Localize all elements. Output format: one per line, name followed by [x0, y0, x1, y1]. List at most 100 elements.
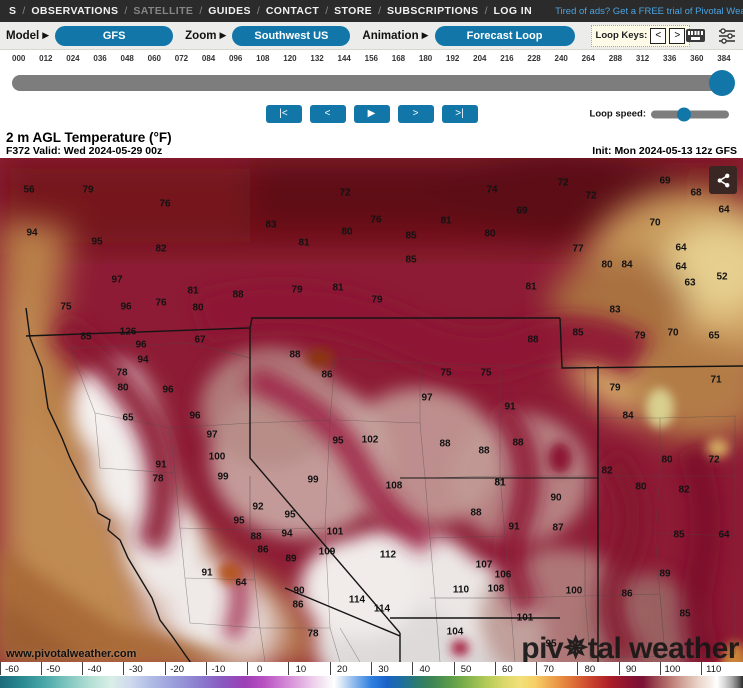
color-scale-tick-label: -50	[46, 664, 61, 675]
control-bar-right-icons	[686, 22, 737, 49]
nav-item-store[interactable]: STORE	[329, 5, 377, 17]
playback-controls: |< < ▶ > >| Loop speed:	[0, 98, 743, 130]
color-scale-tick-label: 60	[502, 664, 513, 675]
play-button[interactable]: ▶	[353, 105, 390, 123]
color-scale-tick-line	[40, 662, 42, 675]
color-scale-tick-line	[247, 662, 249, 675]
forecast-hour-tick[interactable]: 144	[338, 54, 351, 63]
loop-key-next-button[interactable]: >	[669, 27, 686, 44]
forecast-time-slider-wrapper	[0, 68, 743, 98]
forecast-hour-tick[interactable]: 336	[663, 54, 676, 63]
map-header: 2 m AGL Temperature (°F) F372 Valid: Wed…	[0, 130, 743, 158]
pivotal-weather-page: S / OBSERVATIONS / SATELLITE / GUIDES / …	[0, 0, 743, 688]
forecast-hour-tick[interactable]: 024	[66, 54, 79, 63]
loop-keys-group: Loop Keys: < >	[590, 24, 691, 47]
forecast-hour-tick[interactable]: 096	[229, 54, 242, 63]
forecast-hour-tick[interactable]: 108	[256, 54, 269, 63]
forecast-hour-tick[interactable]: 156	[365, 54, 378, 63]
forecast-hour-tick[interactable]: 180	[419, 54, 432, 63]
loop-speed-control: Loop speed:	[589, 107, 729, 121]
color-scale-tick-label: -20	[170, 664, 184, 675]
color-scale-tick-label: -30	[128, 664, 143, 675]
share-icon[interactable]	[709, 166, 737, 194]
forecast-hour-tick[interactable]: 048	[121, 54, 134, 63]
nav-item-satellite[interactable]: SATELLITE	[128, 5, 198, 17]
color-scale-tick-label: -40	[87, 664, 102, 675]
forecast-hour-tick[interactable]: 168	[392, 54, 405, 63]
color-scale-tick-label: 100	[664, 664, 681, 675]
color-scale-tick-label: 50	[460, 664, 472, 675]
color-scale-tick-line	[164, 662, 166, 675]
zoom-arrow-icon: ▶	[219, 30, 227, 40]
loop-speed-label: Loop speed:	[589, 108, 646, 120]
forecast-hour-tick[interactable]: 132	[310, 54, 323, 63]
color-scale-tick-line	[659, 662, 661, 675]
forecast-hour-tick[interactable]: 204	[473, 54, 486, 63]
color-scale-tick-label: 80	[584, 664, 596, 675]
color-scale-tick-line	[494, 662, 496, 675]
forecast-time-slider-handle[interactable]	[709, 70, 735, 96]
color-scale-tick-label: 90	[625, 664, 637, 675]
loop-keys-label: Loop Keys:	[595, 30, 648, 41]
forecast-hour-tick[interactable]: 384	[717, 54, 730, 63]
color-scale-tick-label: 110	[706, 664, 722, 675]
forecast-hour-tick[interactable]: 264	[582, 54, 595, 63]
first-frame-button[interactable]: |<	[265, 105, 302, 123]
forecast-hour-tick[interactable]: 312	[636, 54, 649, 63]
loop-speed-slider[interactable]	[651, 107, 729, 121]
ad-free-trial-link[interactable]: Tired of ads? Get a FREE trial of Pivota…	[555, 6, 743, 17]
model-select-button[interactable]: GFS	[55, 25, 174, 46]
color-scale-ticks: -60 -50 -40 -30 -20 -10 0 10 20 30 40 50 60 70 80 90 100…	[0, 662, 743, 676]
forecast-hour-tick[interactable]: 228	[527, 54, 540, 63]
forecast-hour-tick[interactable]: 120	[283, 54, 296, 63]
color-scale-tick-line	[371, 662, 372, 675]
forecast-hour-scale: 000 012 024 036 048 060 072 084 096 108 120 132 144 1…	[0, 50, 743, 68]
watermark-url: www.pivotalweather.com	[6, 648, 137, 660]
forecast-hour-tick[interactable]: 036	[93, 54, 106, 63]
forecast-hour-tick[interactable]: 000	[12, 54, 25, 63]
loop-key-prev-button[interactable]: <	[650, 27, 667, 44]
sliders-icon[interactable]	[717, 27, 737, 44]
forecast-hour-ticks: 000 012 024 036 048 060 072 084 096 108 120 132 144 1…	[12, 50, 731, 63]
color-scale-tick-label: 10	[295, 664, 307, 675]
forecast-hour-tick[interactable]: 288	[609, 54, 622, 63]
zoom-region-button[interactable]: Southwest US	[232, 25, 351, 46]
color-scale-tick-label: 70	[543, 664, 554, 675]
color-scale-tick-label: -10	[211, 664, 226, 675]
forecast-hour-tick[interactable]: 012	[39, 54, 52, 63]
nav-item-observations[interactable]: OBSERVATIONS	[26, 5, 123, 17]
color-scale-tick-line	[618, 662, 620, 675]
color-scale-tick-line	[329, 662, 331, 675]
prev-frame-button[interactable]: <	[309, 105, 346, 123]
forecast-hour-tick[interactable]: 216	[500, 54, 513, 63]
color-scale-tick-line	[412, 662, 414, 675]
weather-map[interactable]: 56 79 76 72 74 72 72 69 68 94 95 83 80 76 81 85 80 77 69 64…	[0, 158, 743, 662]
forecast-hour-tick[interactable]: 192	[446, 54, 459, 63]
color-scale-tick-line	[288, 662, 290, 675]
nav-item-log-in[interactable]: LOG IN	[488, 5, 537, 17]
color-scale-tick-line	[536, 662, 538, 675]
nav-item-models-truncated[interactable]: S	[4, 5, 21, 17]
animation-mode-button[interactable]: Forecast Loop	[434, 25, 575, 46]
color-scale-tick-line	[205, 662, 207, 675]
color-scale-tick-line	[577, 662, 579, 675]
map-init-time: Init: Mon 2024-05-13 12z GFS	[592, 145, 737, 157]
forecast-hour-tick[interactable]: 360	[690, 54, 703, 63]
model-label: Model	[6, 29, 40, 42]
last-frame-button[interactable]: >|	[441, 105, 478, 123]
color-scale-tick-label: 30	[378, 664, 389, 675]
forecast-hour-tick[interactable]: 084	[202, 54, 215, 63]
forecast-hour-tick[interactable]: 240	[555, 54, 568, 63]
nav-item-subscriptions[interactable]: SUBSCRIPTIONS	[382, 5, 484, 17]
loop-speed-slider-handle[interactable]	[677, 107, 691, 121]
forecast-time-slider[interactable]	[12, 70, 735, 96]
forecast-hour-tick[interactable]: 060	[148, 54, 161, 63]
nav-item-contact[interactable]: CONTACT	[261, 5, 324, 17]
color-scale-tick-line	[82, 662, 84, 675]
color-scale-tick-line	[701, 662, 703, 675]
forecast-hour-tick[interactable]: 072	[175, 54, 188, 63]
keyboard-icon[interactable]	[686, 29, 705, 42]
next-frame-button[interactable]: >	[397, 105, 434, 123]
color-scale-tick-label: 0	[257, 664, 263, 675]
nav-item-guides[interactable]: GUIDES	[203, 5, 256, 17]
